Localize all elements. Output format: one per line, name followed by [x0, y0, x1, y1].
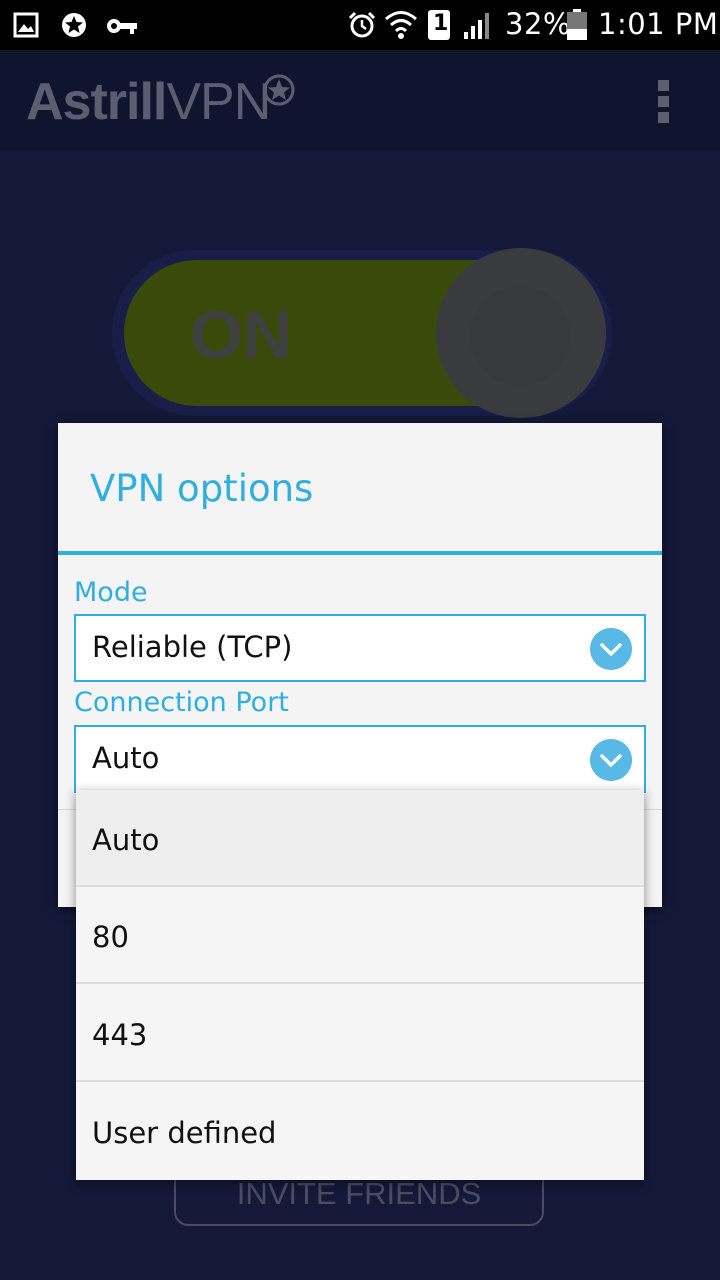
- sim-slot-number: 1: [433, 11, 449, 36]
- gallery-icon: [13, 12, 39, 38]
- mode-value: Reliable (TCP): [92, 630, 293, 664]
- chevron-down-icon: [590, 739, 632, 781]
- connection-port-value: Auto: [92, 741, 160, 775]
- alarm-icon: [348, 11, 376, 38]
- connection-port-select[interactable]: Auto: [74, 725, 646, 793]
- astrill-star-icon: [62, 13, 86, 37]
- chevron-down-icon: [590, 628, 632, 670]
- dropdown-option-label: Auto: [92, 823, 160, 857]
- battery-percent: 32%: [505, 7, 571, 41]
- connection-port-label: Connection Port: [74, 687, 289, 718]
- status-bar: 1 32% 1:01 PM: [0, 0, 720, 50]
- toggle-label: ON: [190, 297, 292, 373]
- battery-icon: [567, 9, 587, 40]
- app-logo: AstrillVPN: [26, 72, 271, 132]
- wifi-icon: [385, 11, 417, 39]
- overflow-menu-icon[interactable]: [650, 78, 678, 124]
- signal-icon: [464, 13, 489, 39]
- app-bar: AstrillVPN: [0, 50, 720, 150]
- dialog-divider: [58, 551, 662, 555]
- toggle-knob-inner: [470, 286, 570, 386]
- connection-port-dropdown: Auto 80 443 User defined: [76, 790, 644, 1180]
- dropdown-option-80[interactable]: 80: [76, 887, 644, 984]
- sim-icon: 1: [428, 10, 450, 40]
- dropdown-option-label: User defined: [92, 1116, 277, 1150]
- clock-time: 1:01 PM: [598, 7, 719, 41]
- dropdown-option-auto[interactable]: Auto: [76, 790, 644, 887]
- dialog-title: VPN options: [90, 467, 314, 510]
- dropdown-option-user-defined[interactable]: User defined: [76, 1083, 644, 1180]
- dropdown-option-label: 443: [92, 1018, 148, 1052]
- logo-bold-text: Astrill: [26, 73, 167, 131]
- vpn-key-icon: [107, 19, 137, 34]
- mode-select[interactable]: Reliable (TCP): [74, 614, 646, 682]
- dropdown-option-443[interactable]: 443: [76, 985, 644, 1082]
- dropdown-option-label: 80: [92, 920, 129, 954]
- logo-light-text: VPN: [166, 73, 271, 131]
- logo-star-icon: [263, 74, 295, 106]
- mode-label: Mode: [74, 577, 148, 608]
